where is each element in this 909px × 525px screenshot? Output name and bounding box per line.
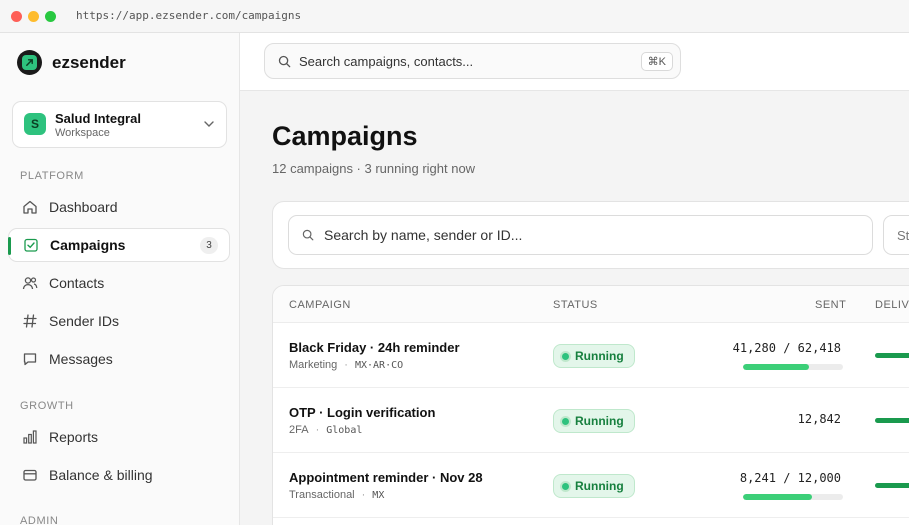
top-bar: Search campaigns, contacts... ⌘K [240, 33, 909, 91]
campaign-search-input[interactable]: Search by name, sender or ID... [288, 215, 873, 255]
sidebar-item-billing[interactable]: Balance & billing [8, 458, 230, 492]
column-header-campaign[interactable]: CAMPAIGN [289, 299, 351, 311]
sidebar-item-label: Dashboard [49, 199, 118, 215]
filter-bar: Search by name, sender or ID... Sta [272, 201, 909, 269]
campaign-meta: 2FA · Global [289, 424, 363, 436]
table-header: CAMPAIGN STATUS SENT DELIVE [273, 286, 909, 323]
campaign-search-placeholder: Search by name, sender or ID... [324, 227, 523, 243]
sent-count: 41,280 / 62,418 [732, 341, 841, 355]
sidebar-item-label: Sender IDs [49, 313, 120, 329]
home-icon [21, 198, 39, 216]
campaign-region: Global [326, 424, 363, 436]
close-window-button[interactable] [11, 11, 22, 22]
reports-icon [21, 428, 39, 446]
sent-progress-fill [743, 494, 812, 500]
maximize-window-button[interactable] [45, 11, 56, 22]
workspace-avatar: S [24, 113, 46, 135]
column-header-sent[interactable]: SENT [815, 299, 846, 311]
page-title: Campaigns [272, 121, 418, 151]
contacts-icon [21, 274, 39, 292]
browser-chrome: https://app.ezsender.com/campaigns [0, 0, 909, 33]
status-filter-label: Sta [897, 227, 909, 243]
brand-name: ezsender [52, 53, 126, 72]
status-badge: Running [553, 409, 635, 433]
billing-icon [21, 466, 39, 484]
workspace-switcher[interactable]: S Salud Integral Workspace [12, 101, 227, 148]
section-label-admin: ADMIN [20, 515, 59, 525]
hash-icon [21, 312, 39, 330]
campaign-name[interactable]: Black Friday · 24h reminder [289, 340, 460, 355]
column-header-delivered[interactable]: DELIVE [875, 299, 909, 311]
sidebar-item-dashboard[interactable]: Dashboard [8, 190, 230, 224]
sidebar-item-label: Reports [49, 429, 99, 445]
table-row[interactable]: Appointment reminder · Nov 28 Transactio… [273, 453, 909, 518]
chevron-down-icon [202, 117, 216, 136]
sidebar-item-label: Contacts [49, 275, 105, 291]
search-icon [278, 55, 291, 68]
workspace-name: Salud Integral [55, 111, 141, 126]
minimize-window-button[interactable] [28, 11, 39, 22]
delivered-bar [875, 483, 909, 488]
campaign-meta: Marketing · MX·AR·CO [289, 359, 404, 371]
delivered-bar [875, 353, 909, 358]
status-filter-dropdown[interactable]: Sta [883, 215, 909, 255]
delivered-bar [875, 418, 909, 423]
sent-progress-fill [743, 364, 809, 370]
section-label-growth: GROWTH [20, 400, 74, 412]
sent-progress-bar [743, 494, 843, 500]
sent-progress-bar [743, 364, 843, 370]
sent-count: 12,842 [797, 412, 841, 426]
status-badge: Running [553, 474, 635, 498]
page-subtitle: 12 campaigns · 3 running right now [272, 161, 476, 176]
sidebar-item-label: Campaigns [50, 237, 126, 253]
campaign-name[interactable]: OTP · Login verification [289, 405, 435, 420]
sent-count: 8,241 / 12,000 [739, 471, 841, 485]
sidebar-item-messages[interactable]: Messages [8, 342, 230, 376]
message-icon [21, 350, 39, 368]
table-row[interactable]: Black Friday · 24h reminder Marketing · … [273, 323, 909, 388]
sidebar: ezsender S Salud Integral Workspace PLAT… [0, 33, 240, 525]
column-header-status[interactable]: STATUS [553, 299, 598, 311]
workspace-label: Workspace [55, 127, 110, 139]
main-content: Campaigns 12 campaigns · 3 running right… [240, 91, 909, 525]
campaign-region: MX·AR·CO [354, 359, 404, 371]
running-dot-icon [562, 352, 569, 360]
campaign-type: Transactional [289, 489, 355, 501]
sidebar-item-label: Messages [49, 351, 113, 367]
campaign-meta: Transactional · MX [289, 489, 385, 501]
address-bar[interactable]: https://app.ezsender.com/campaigns [76, 9, 301, 22]
campaign-icon [22, 236, 40, 254]
campaign-type: Marketing [289, 359, 338, 371]
sidebar-item-contacts[interactable]: Contacts [8, 266, 230, 300]
running-dot-icon [562, 417, 569, 425]
global-search-placeholder: Search campaigns, contacts... [299, 53, 474, 69]
global-search-input[interactable]: Search campaigns, contacts... ⌘K [264, 43, 681, 79]
campaign-region: MX [372, 489, 385, 501]
campaigns-table: CAMPAIGN STATUS SENT DELIVE Black Friday… [272, 285, 909, 525]
sidebar-item-campaigns[interactable]: Campaigns 3 [8, 228, 230, 262]
section-label-platform: PLATFORM [20, 170, 84, 182]
search-shortcut-hint: ⌘K [640, 52, 673, 71]
table-row[interactable]: OTP · Login verification 2FA · Global Ru… [273, 388, 909, 453]
sidebar-item-reports[interactable]: Reports [8, 420, 230, 454]
sidebar-item-sender-ids[interactable]: Sender IDs [8, 304, 230, 338]
brand-logo-icon [17, 50, 42, 75]
campaign-type: 2FA [289, 424, 309, 436]
status-badge: Running [553, 344, 635, 368]
search-icon [302, 229, 314, 241]
campaign-name[interactable]: Appointment reminder · Nov 28 [289, 470, 483, 485]
running-dot-icon [562, 482, 569, 490]
sidebar-item-label: Balance & billing [49, 467, 153, 483]
campaigns-count-badge: 3 [200, 237, 218, 254]
